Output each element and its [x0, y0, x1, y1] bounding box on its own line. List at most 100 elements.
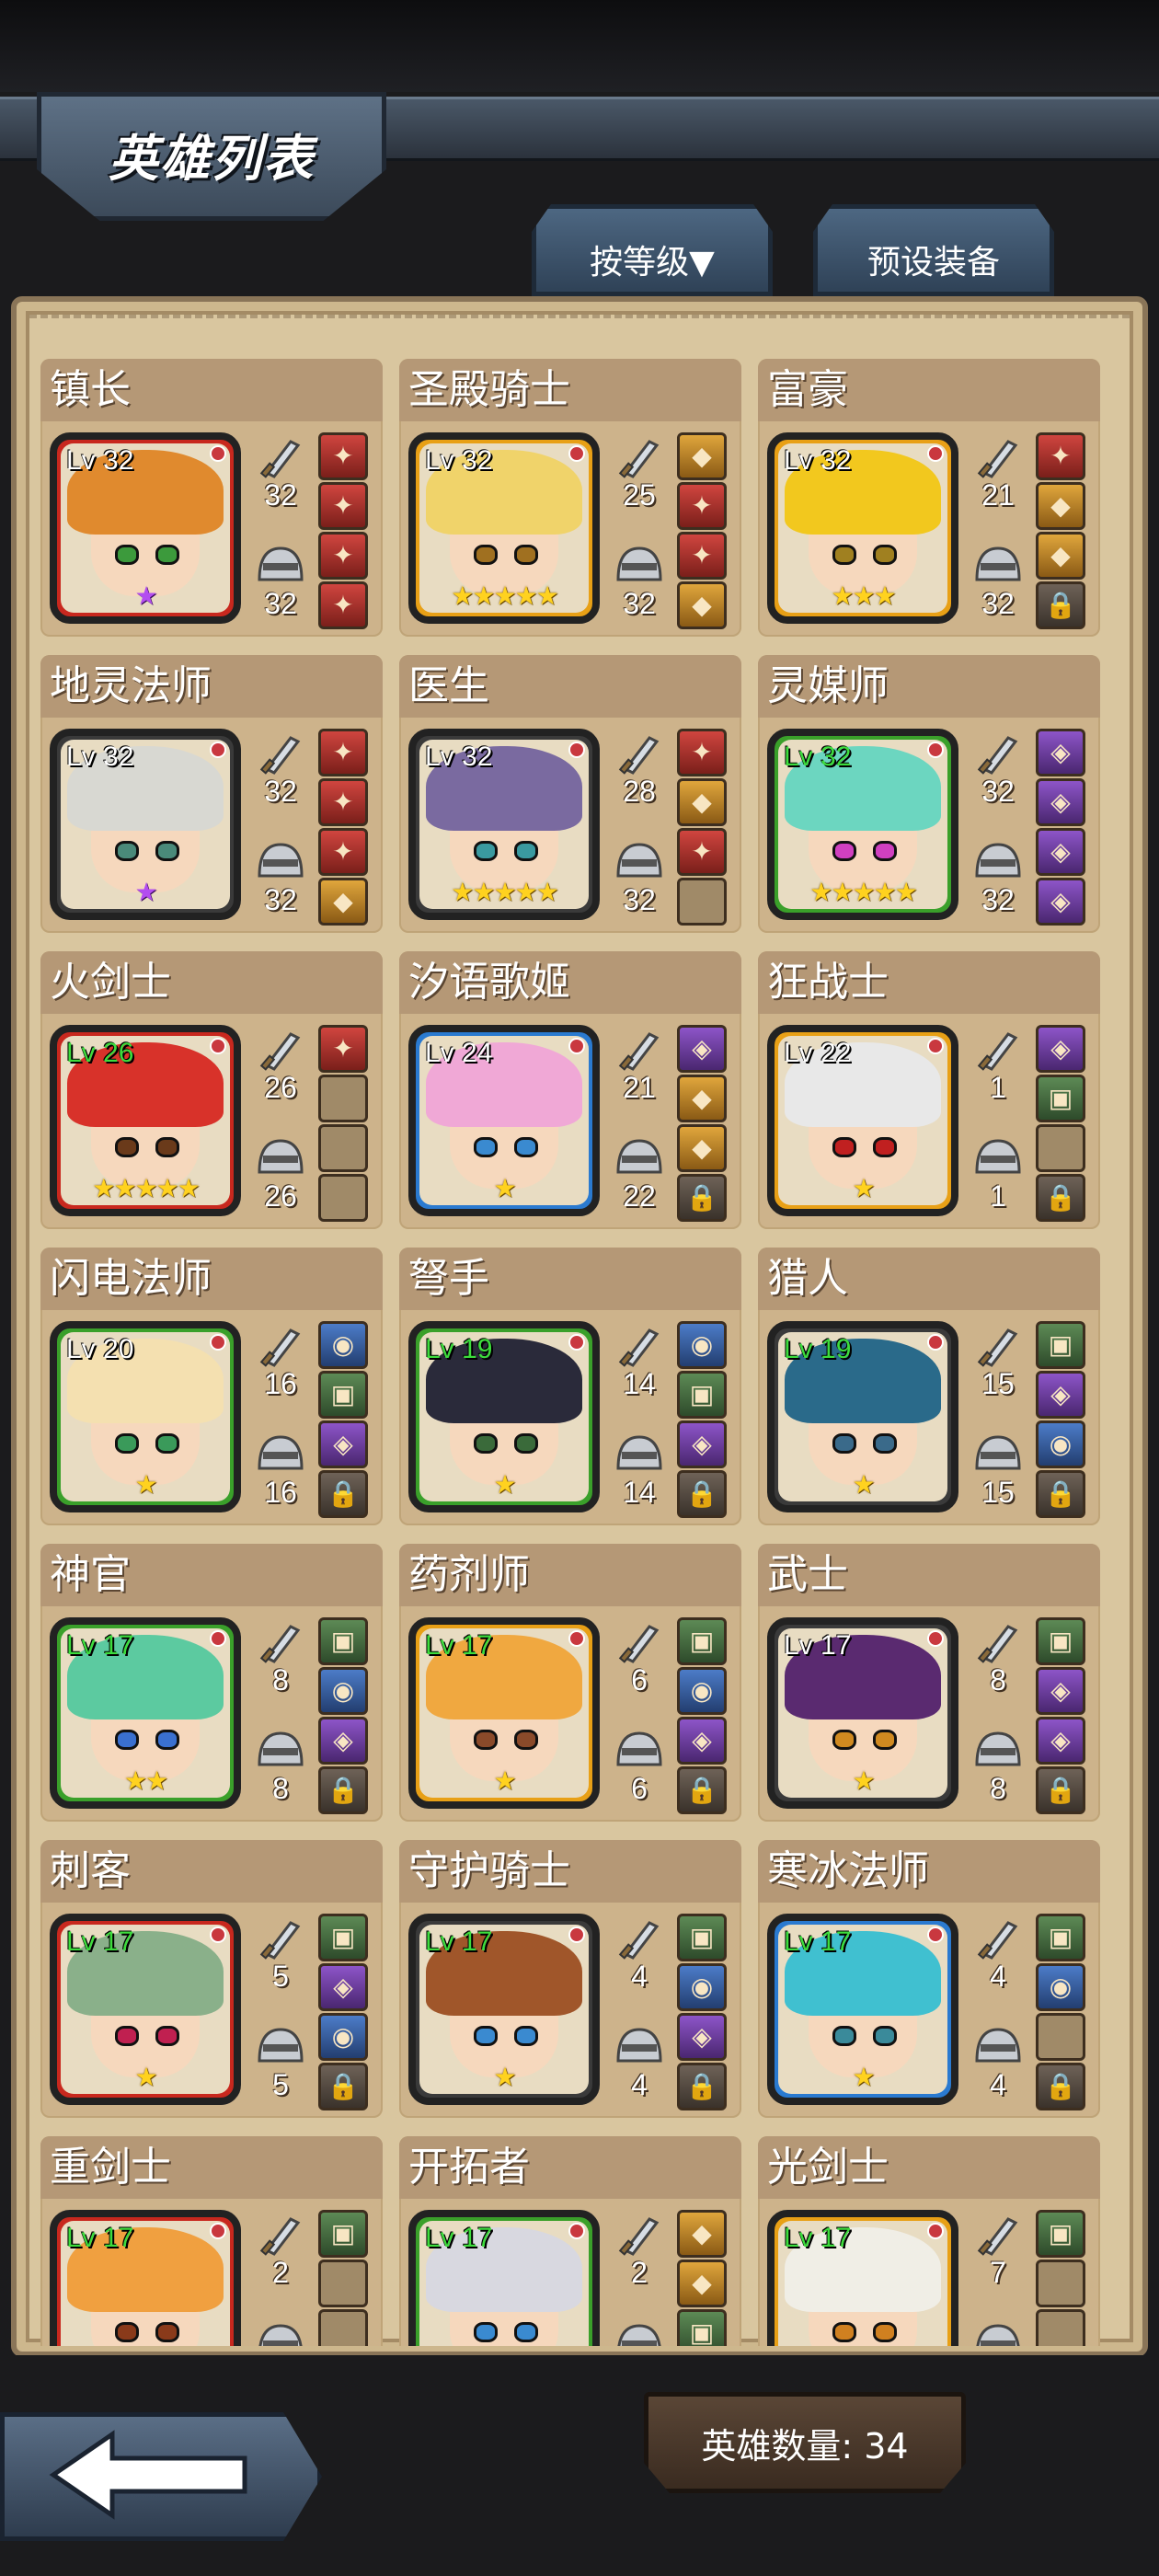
equipment-slot[interactable]: ◈: [1036, 1025, 1085, 1073]
equipment-slot[interactable]: ◈: [1036, 878, 1085, 926]
equipment-slot[interactable]: ✦: [1036, 432, 1085, 480]
equipment-slot[interactable]: ◈: [1036, 729, 1085, 776]
hero-portrait[interactable]: Lv 17: [50, 2210, 241, 2346]
empty-equipment-slot[interactable]: [677, 878, 727, 926]
equipment-slot[interactable]: ✦: [677, 532, 727, 580]
equipment-slot[interactable]: ▣: [1036, 1617, 1085, 1665]
padlock-icon[interactable]: 🔒: [318, 1470, 368, 1518]
equipment-slot[interactable]: ▣: [677, 2309, 727, 2346]
equipment-slot[interactable]: ◉: [1036, 1420, 1085, 1468]
equipment-slot[interactable]: ◆: [677, 1075, 727, 1122]
hero-portrait[interactable]: Lv 32 ★★★: [767, 432, 958, 624]
equipment-slot[interactable]: ◉: [1036, 1963, 1085, 2011]
empty-equipment-slot[interactable]: [1036, 1124, 1085, 1172]
equipment-slot[interactable]: ✦: [318, 729, 368, 776]
hero-portrait[interactable]: Lv 17 ★: [50, 1914, 241, 2105]
equipment-slot[interactable]: ✦: [677, 729, 727, 776]
hero-portrait[interactable]: Lv 17 ★: [767, 1914, 958, 2105]
hero-portrait[interactable]: Lv 17: [767, 2210, 958, 2346]
hero-portrait[interactable]: Lv 32 ★★★★★: [408, 432, 600, 624]
equipment-slot[interactable]: ◈: [1036, 778, 1085, 826]
equipment-slot[interactable]: ✦: [318, 828, 368, 876]
equipment-slot[interactable]: ✦: [318, 778, 368, 826]
hero-card[interactable]: 药剂师 Lv 17 ★ 6 6 ▣ ◉ ◈ 🔒: [399, 1544, 741, 1822]
padlock-icon[interactable]: 🔒: [1036, 1174, 1085, 1222]
padlock-icon[interactable]: 🔒: [677, 1470, 727, 1518]
equipment-slot[interactable]: ◉: [318, 2013, 368, 2061]
hero-portrait[interactable]: Lv 32 ★★★★★: [767, 729, 958, 920]
equipment-slot[interactable]: ◆: [1036, 532, 1085, 580]
equipment-slot[interactable]: ◈: [318, 1963, 368, 2011]
hero-portrait[interactable]: Lv 19 ★: [408, 1321, 600, 1512]
equipment-slot[interactable]: ▣: [318, 1914, 368, 1961]
equipment-slot[interactable]: ◆: [318, 878, 368, 926]
empty-equipment-slot[interactable]: [318, 2309, 368, 2346]
equipment-slot[interactable]: ◆: [1036, 482, 1085, 530]
hero-card[interactable]: 地灵法师 Lv 32 ★ 32 32 ✦ ✦ ✦ ◆: [40, 655, 383, 933]
equipment-slot[interactable]: ◈: [1036, 1667, 1085, 1715]
hero-card[interactable]: 寒冰法师 Lv 17 ★ 4 4 ▣ ◉ 🔒: [758, 1840, 1100, 2118]
hero-card[interactable]: 重剑士 Lv 17 2 ▣: [40, 2136, 383, 2346]
equipment-slot[interactable]: ◈: [318, 1420, 368, 1468]
equipment-slot[interactable]: ▣: [677, 1617, 727, 1665]
empty-equipment-slot[interactable]: [1036, 2260, 1085, 2307]
hero-card[interactable]: 刺客 Lv 17 ★ 5 5 ▣ ◈ ◉ 🔒: [40, 1840, 383, 2118]
padlock-icon[interactable]: 🔒: [677, 1174, 727, 1222]
hero-card[interactable]: 开拓者 Lv 17 2 ◆ ◆ ▣: [399, 2136, 741, 2346]
hero-portrait[interactable]: Lv 32 ★: [50, 432, 241, 624]
arrow-left-icon[interactable]: [48, 2429, 250, 2521]
hero-card[interactable]: 灵媒师 Lv 32 ★★★★★ 32 32 ◈ ◈ ◈ ◈: [758, 655, 1100, 933]
padlock-icon[interactable]: 🔒: [318, 1766, 368, 1814]
hero-card[interactable]: 武士 Lv 17 ★ 8 8 ▣ ◈ ◈ 🔒: [758, 1544, 1100, 1822]
equipment-slot[interactable]: ◆: [677, 1124, 727, 1172]
equipment-slot[interactable]: ◆: [677, 581, 727, 629]
equipment-slot[interactable]: ◈: [677, 1717, 727, 1765]
hero-card[interactable]: 守护骑士 Lv 17 ★ 4 4 ▣ ◉ ◈ 🔒: [399, 1840, 741, 2118]
equipment-slot[interactable]: ◈: [677, 1420, 727, 1468]
hero-card[interactable]: 圣殿骑士 Lv 32 ★★★★★ 25 32 ◆ ✦ ✦ ◆: [399, 359, 741, 637]
hero-portrait[interactable]: Lv 17 ★: [408, 1617, 600, 1809]
equipment-slot[interactable]: ◈: [677, 1025, 727, 1073]
hero-card[interactable]: 神官 Lv 17 ★★ 8 8 ▣ ◉ ◈ 🔒: [40, 1544, 383, 1822]
hero-portrait[interactable]: Lv 17 ★★: [50, 1617, 241, 1809]
equipment-slot[interactable]: ◆: [677, 432, 727, 480]
hero-portrait[interactable]: Lv 32 ★: [50, 729, 241, 920]
equipment-slot[interactable]: ◉: [677, 1667, 727, 1715]
empty-equipment-slot[interactable]: [318, 2260, 368, 2307]
equipment-slot[interactable]: ◉: [677, 1321, 727, 1369]
equipment-slot[interactable]: ◆: [677, 778, 727, 826]
equipment-slot[interactable]: ▣: [1036, 1075, 1085, 1122]
equipment-slot[interactable]: ◆: [677, 2260, 727, 2307]
equipment-slot[interactable]: ✦: [318, 432, 368, 480]
hero-portrait[interactable]: Lv 17 ★: [408, 1914, 600, 2105]
padlock-icon[interactable]: 🔒: [1036, 1766, 1085, 1814]
empty-equipment-slot[interactable]: [1036, 2013, 1085, 2061]
equipment-slot[interactable]: ✦: [318, 581, 368, 629]
hero-card[interactable]: 火剑士 Lv 26 ★★★★★ 26 26 ✦: [40, 951, 383, 1229]
equipment-slot[interactable]: ◉: [318, 1321, 368, 1369]
hero-portrait[interactable]: Lv 22 ★: [767, 1025, 958, 1216]
hero-card[interactable]: 光剑士 Lv 17 7 ▣: [758, 2136, 1100, 2346]
hero-card[interactable]: 狂战士 Lv 22 ★ 1 1 ◈ ▣ 🔒: [758, 951, 1100, 1229]
empty-equipment-slot[interactable]: [1036, 2309, 1085, 2346]
equipment-slot[interactable]: ▣: [318, 1617, 368, 1665]
equipment-slot[interactable]: ▣: [1036, 1321, 1085, 1369]
equipment-slot[interactable]: ▣: [677, 1914, 727, 1961]
hero-portrait[interactable]: Lv 32 ★★★★★: [408, 729, 600, 920]
equipment-slot[interactable]: ◉: [677, 1963, 727, 2011]
equipment-slot[interactable]: ✦: [677, 828, 727, 876]
equipment-slot[interactable]: ◈: [1036, 1717, 1085, 1765]
hero-card[interactable]: 镇长 Lv 32 ★ 32 32 ✦ ✦ ✦ ✦: [40, 359, 383, 637]
equipment-slot[interactable]: ▣: [1036, 2210, 1085, 2258]
hero-card[interactable]: 汐语歌姬 Lv 24 ★ 21 22 ◈ ◆ ◆ 🔒: [399, 951, 741, 1229]
hero-grid[interactable]: 镇长 Lv 32 ★ 32 32 ✦ ✦ ✦ ✦ 圣殿骑士 Lv 32 ★★★★★ 25 32 ◆ ✦ ✦ ◆ 富豪…: [40, 359, 1107, 2346]
padlock-icon[interactable]: 🔒: [677, 1766, 727, 1814]
hero-card[interactable]: 弩手 Lv 19 ★ 14 14 ◉ ▣ ◈ 🔒: [399, 1248, 741, 1525]
padlock-icon[interactable]: 🔒: [1036, 1470, 1085, 1518]
equipment-slot[interactable]: ◈: [318, 1717, 368, 1765]
empty-equipment-slot[interactable]: [318, 1124, 368, 1172]
hero-portrait[interactable]: Lv 17 ★: [767, 1617, 958, 1809]
padlock-icon[interactable]: 🔒: [677, 2063, 727, 2110]
hero-card[interactable]: 猎人 Lv 19 ★ 15 15 ▣ ◈ ◉ 🔒: [758, 1248, 1100, 1525]
hero-portrait[interactable]: Lv 26 ★★★★★: [50, 1025, 241, 1216]
